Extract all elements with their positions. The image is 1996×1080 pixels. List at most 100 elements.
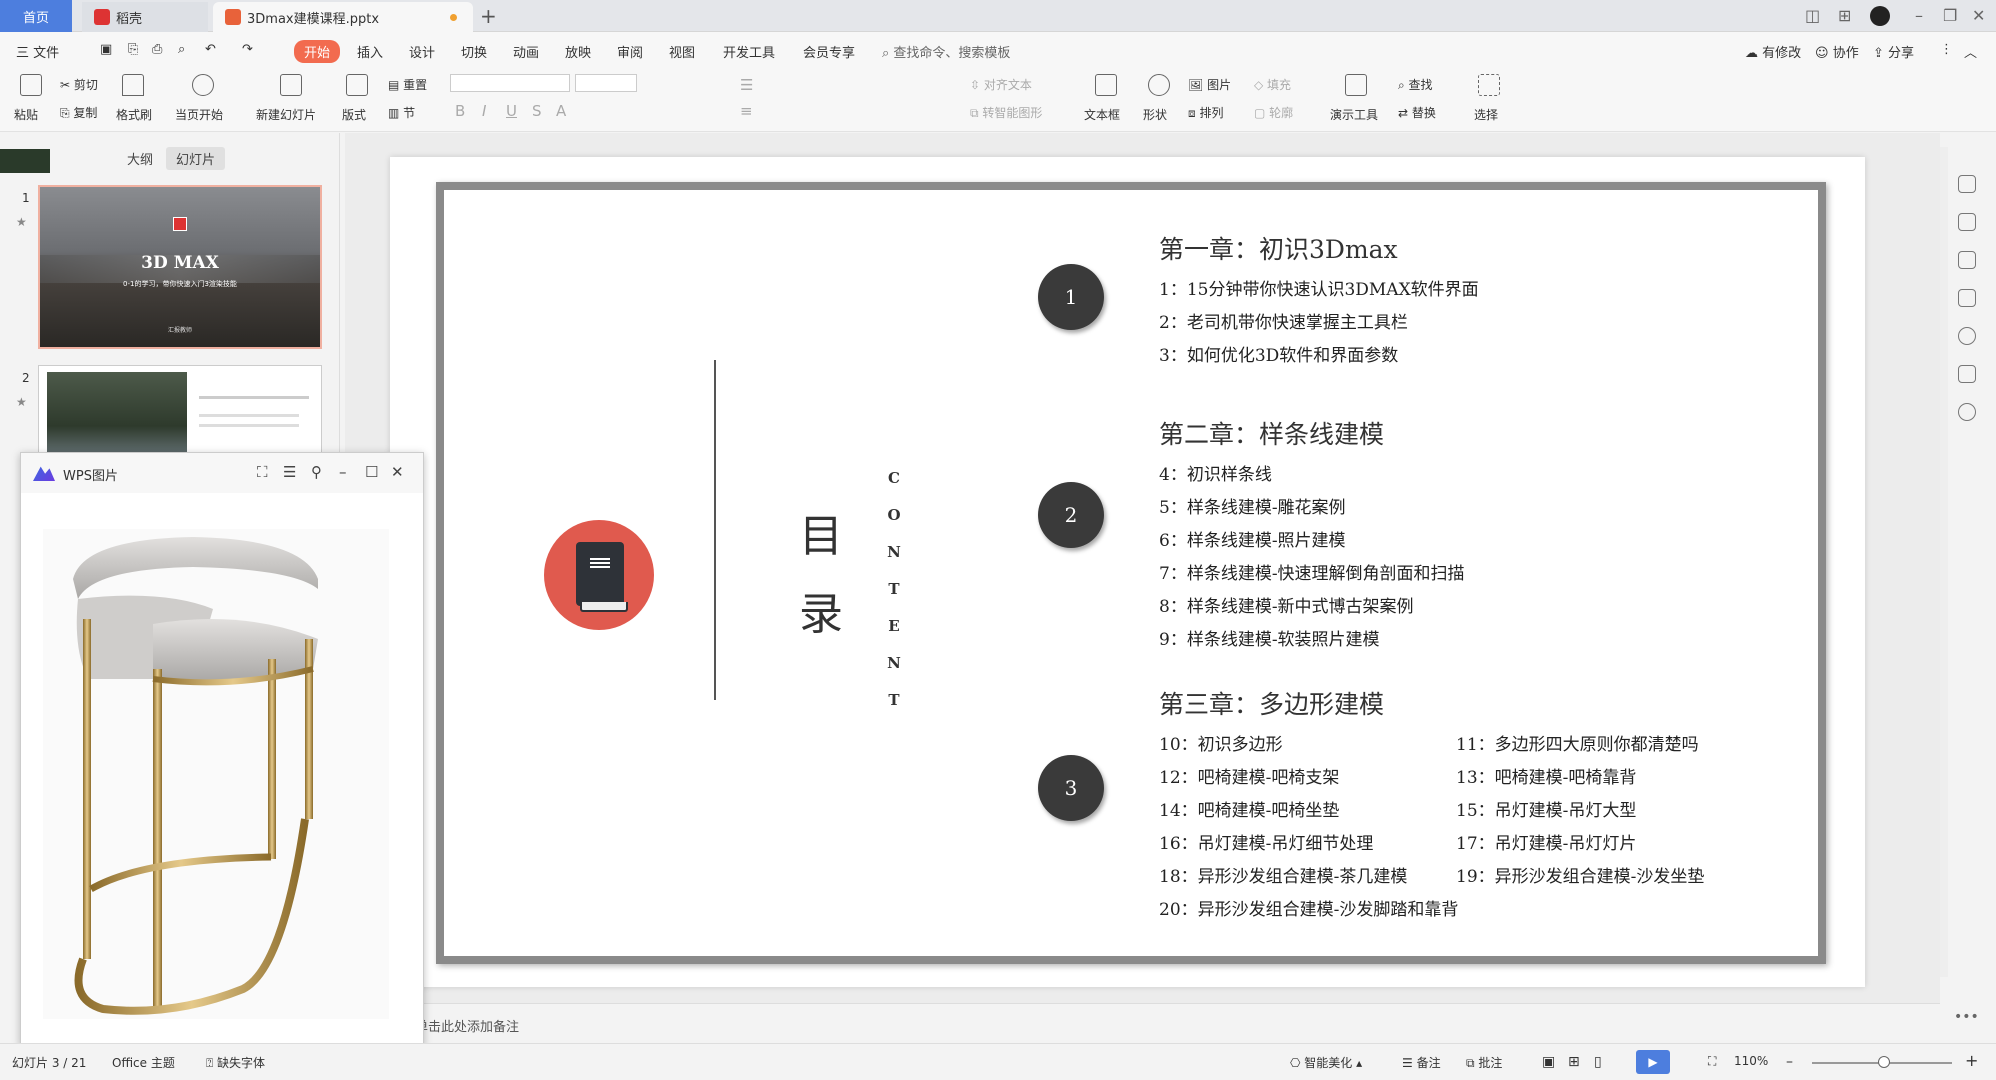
present-tool-button[interactable]: 演示工具 — [1330, 106, 1378, 123]
select-button[interactable]: 选择 — [1474, 106, 1498, 123]
menu-design[interactable]: 设计 — [409, 42, 435, 61]
close-icon[interactable]: ✕ — [1972, 6, 1985, 25]
reset-button[interactable]: ▤ 重置 — [388, 76, 427, 93]
command-search[interactable]: ⌕ 查找命令、搜索模板 — [882, 42, 1010, 61]
present-tool-icon[interactable] — [1345, 74, 1367, 96]
slide-thumbnail-1[interactable]: 3D MAX 0-1的学习，带你快速入门3渲染技能 汇报教师 — [38, 185, 322, 349]
maximize-icon[interactable]: ☐ — [365, 463, 378, 481]
theme-name[interactable]: Office 主题 — [112, 1054, 175, 1071]
book-circle[interactable] — [544, 520, 654, 630]
more-icon[interactable]: ••• — [1954, 1009, 1979, 1025]
menu-review[interactable]: 审阅 — [617, 42, 643, 61]
help-icon[interactable] — [1958, 327, 1976, 345]
content-vertical-text[interactable]: C O N T E N T — [884, 460, 904, 719]
chapter-2-circle[interactable]: 2 — [1038, 482, 1104, 548]
font-color-icon[interactable]: A — [556, 102, 566, 120]
tab-home[interactable]: 首页 — [0, 0, 72, 32]
menu-member[interactable]: 会员专享 — [803, 42, 855, 61]
pin-icon[interactable] — [1958, 251, 1976, 269]
layout-icon[interactable] — [346, 74, 368, 96]
toc-char-1[interactable]: 目 — [799, 500, 843, 564]
toc-item[interactable]: 11：多边形四大原则你都清楚吗 — [1456, 730, 1699, 755]
zoom-level[interactable]: 110% — [1734, 1054, 1768, 1068]
toc-item[interactable]: 8：样条线建模-新中式博古架案例 — [1159, 592, 1414, 617]
minimize-icon[interactable]: – — [339, 463, 347, 481]
paste-icon[interactable] — [20, 74, 42, 96]
toc-item[interactable]: 5：样条线建模-雕花案例 — [1159, 493, 1346, 518]
zoom-in-icon[interactable]: + — [1965, 1051, 1978, 1070]
italic-icon[interactable]: I — [482, 102, 486, 120]
toc-item[interactable]: 16：吊灯建模-吊灯细节处理 — [1159, 829, 1373, 854]
menu-icon[interactable]: ☰ — [283, 463, 296, 481]
textbox-button[interactable]: 文本框 — [1084, 106, 1120, 123]
toc-item[interactable]: 1：15分钟带你快速认识3DMAX软件界面 — [1159, 275, 1479, 300]
play-slideshow-button[interactable]: ▶ — [1636, 1050, 1670, 1074]
copy-button[interactable]: ⎘ 复制 — [60, 104, 97, 121]
save-icon[interactable]: ▣ — [100, 42, 112, 57]
fit-window-icon[interactable]: ⛶ — [1708, 1054, 1716, 1069]
copy-panel-icon[interactable] — [1958, 289, 1976, 307]
strike-icon[interactable]: S — [532, 102, 542, 120]
maximize-icon[interactable]: ❐ — [1943, 6, 1957, 25]
toc-item[interactable]: 17：吊灯建模-吊灯灯片 — [1456, 829, 1636, 854]
bullets-icon[interactable]: ☰ — [740, 76, 753, 94]
toc-item[interactable]: 12：吧椅建模-吧椅支架 — [1159, 763, 1339, 788]
layout-button[interactable]: 版式 — [342, 106, 366, 123]
share-button[interactable]: ⇪ 分享 — [1873, 42, 1914, 61]
normal-view-icon[interactable]: ▣ — [1542, 1054, 1555, 1070]
format-painter-button[interactable]: 格式刷 — [116, 106, 152, 123]
toc-item[interactable]: 20：异形沙发组合建模-沙发脚踏和靠背 — [1159, 895, 1458, 920]
tab-outline[interactable]: 大纲 — [127, 149, 153, 168]
animation-icon[interactable] — [1958, 175, 1976, 193]
menu-insert[interactable]: 插入 — [357, 42, 383, 61]
picture-button[interactable]: 🖼 图片 — [1188, 76, 1231, 93]
menu-view[interactable]: 视图 — [669, 42, 695, 61]
wps-picture-window[interactable]: WPS图片 ⛶ ☰ ⚲ – ☐ ✕ — [20, 452, 424, 1046]
toc-item[interactable]: 18：异形沙发组合建模-茶几建模 — [1159, 862, 1407, 887]
comment-button[interactable]: ⧉ 批注 — [1466, 1054, 1502, 1071]
notes-button[interactable]: ☰ 备注 — [1402, 1054, 1441, 1071]
arrange-button[interactable]: ⧈ 排列 — [1188, 104, 1223, 121]
vertical-scrollbar[interactable] — [1940, 147, 1948, 977]
toc-item[interactable]: 6：样条线建模-照片建模 — [1159, 526, 1346, 551]
more-icon[interactable]: ⋮ — [1940, 42, 1953, 57]
apps-grid-icon[interactable]: ⊞ — [1838, 6, 1851, 25]
file-menu[interactable]: 三 文件 — [16, 42, 59, 61]
toc-item[interactable]: 9：样条线建模-软装照片建模 — [1159, 625, 1380, 650]
shape-icon[interactable] — [1148, 74, 1170, 96]
location-icon[interactable] — [1958, 403, 1976, 421]
undo-icon[interactable]: ↶ — [205, 42, 216, 57]
toc-item[interactable]: 2：老司机带你快速掌握主工具栏 — [1159, 308, 1408, 333]
paste-button[interactable]: 粘贴 — [14, 106, 38, 123]
missing-font-button[interactable]: ⍰ 缺失字体 — [206, 1054, 265, 1071]
format-painter-icon[interactable] — [122, 74, 144, 96]
tab-daoke[interactable]: 稻壳 — [82, 2, 208, 32]
menu-slideshow[interactable]: 放映 — [565, 42, 591, 61]
textbox-icon[interactable] — [1095, 74, 1117, 96]
select-icon[interactable] — [1478, 74, 1500, 96]
toc-item[interactable]: 13：吧椅建模-吧椅靠背 — [1456, 763, 1636, 788]
toc-item[interactable]: 14：吧椅建模-吧椅坐垫 — [1159, 796, 1339, 821]
menu-start[interactable]: 开始 — [294, 40, 341, 63]
align-text-button[interactable]: ⇳ 对齐文本 — [970, 76, 1032, 93]
minimize-icon[interactable]: – — [1915, 6, 1923, 25]
new-tab-button[interactable]: + — [480, 4, 497, 28]
preview-icon[interactable]: ⌕ — [178, 42, 185, 57]
chapter-1-title[interactable]: 第一章：初识3Dmax — [1159, 230, 1398, 266]
menu-animation[interactable]: 动画 — [513, 42, 539, 61]
toc-item[interactable]: 19：异形沙发组合建模-沙发坐垫 — [1456, 862, 1704, 887]
export-icon[interactable]: ⎘ — [128, 42, 138, 57]
smart-shape-button[interactable]: ⧉ 转智能图形 — [970, 104, 1042, 121]
collapse-ribbon-icon[interactable]: ︿ — [1964, 42, 1977, 61]
picture-titlebar[interactable]: WPS图片 ⛶ ☰ ⚲ – ☐ ✕ — [21, 453, 423, 493]
toc-item[interactable]: 7：样条线建模-快速理解倒角剖面和扫描 — [1159, 559, 1465, 584]
font-size-select[interactable] — [575, 74, 637, 92]
align-left-icon[interactable]: ≡ — [740, 102, 753, 120]
chapter-1-circle[interactable]: 1 — [1038, 264, 1104, 330]
underline-icon[interactable]: U — [506, 102, 517, 120]
chapter-3-title[interactable]: 第三章：多边形建模 — [1159, 685, 1384, 721]
avatar[interactable] — [1870, 6, 1890, 26]
play-icon[interactable] — [192, 74, 214, 96]
bold-icon[interactable]: B — [455, 102, 465, 120]
outline-button[interactable]: ▢ 轮廓 — [1254, 104, 1293, 121]
